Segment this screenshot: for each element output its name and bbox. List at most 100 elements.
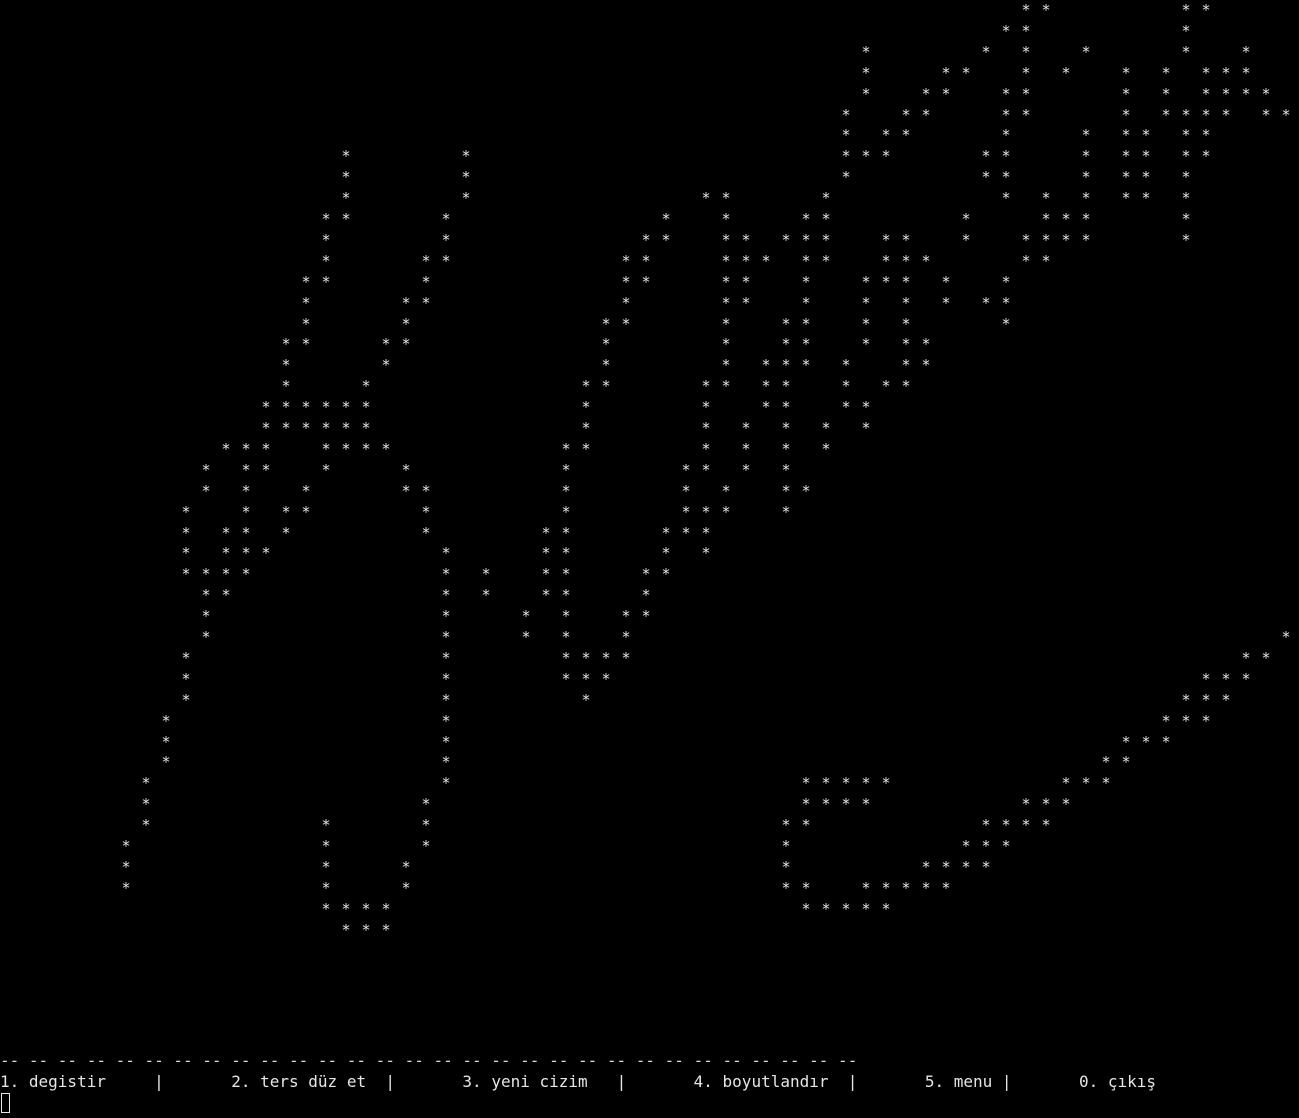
ascii-art-star: *	[321, 419, 331, 437]
ascii-art-star: *	[901, 230, 911, 249]
ascii-art-star: *	[241, 544, 251, 563]
menu-item-menu[interactable]: 5. menu	[925, 1072, 992, 1091]
ascii-art-star: *	[601, 335, 611, 354]
ascii-art-star: *	[881, 774, 891, 793]
ascii-art-star: *	[221, 523, 231, 542]
ascii-art-star: *	[681, 460, 691, 479]
ascii-art-star: *	[421, 837, 431, 855]
ascii-art-star: *	[841, 398, 851, 417]
ascii-art-star: *	[1181, 210, 1191, 228]
ascii-art-star: *	[1121, 126, 1131, 145]
ascii-art-star: *	[561, 481, 571, 500]
ascii-art-star: *	[801, 335, 811, 354]
menu-item-yeni-cizim[interactable]: 3. yeni cizim	[462, 1072, 587, 1091]
ascii-art-star: *	[721, 314, 731, 333]
ascii-art-star: *	[841, 899, 851, 918]
ascii-art-star: *	[1021, 251, 1031, 270]
ascii-art-star: *	[701, 460, 711, 479]
ascii-art-star: *	[561, 607, 571, 626]
ascii-art-star: *	[861, 147, 871, 166]
ascii-art-star: *	[1121, 147, 1131, 166]
ascii-art-star: *	[341, 189, 351, 208]
ascii-art-star: *	[1121, 84, 1131, 103]
ascii-art-star: *	[761, 356, 771, 375]
ascii-art-star: *	[321, 460, 331, 479]
ascii-art-star: *	[821, 230, 831, 249]
ascii-art-star: *	[1021, 1, 1031, 19]
ascii-art-star: *	[361, 398, 371, 417]
ascii-art-star: *	[981, 816, 991, 835]
ascii-art-star: *	[341, 920, 351, 939]
ascii-art-star: *	[1081, 42, 1091, 61]
ascii-art-star: *	[661, 544, 671, 563]
ascii-art-star: *	[581, 690, 591, 709]
ascii-art-star: *	[1121, 105, 1131, 124]
ascii-art-star: *	[921, 857, 931, 876]
ascii-art-star: *	[741, 419, 751, 437]
menu-divider: |	[847, 1072, 858, 1091]
ascii-art-star: *	[1161, 732, 1171, 751]
ascii-art-star: *	[861, 899, 871, 918]
ascii-art-star: *	[401, 314, 411, 333]
ascii-art-star: *	[781, 857, 791, 876]
ascii-art-star: *	[1041, 251, 1051, 270]
menu-item-boyutlandir[interactable]: 4. boyutlandır	[694, 1072, 829, 1091]
ascii-art-star: *	[1141, 126, 1151, 145]
ascii-art-star: *	[361, 377, 371, 396]
ascii-art-star: *	[241, 502, 251, 521]
ascii-art-star: *	[721, 481, 731, 500]
ascii-art-star: *	[921, 356, 931, 375]
ascii-art-star: *	[1181, 126, 1191, 145]
ascii-art-star: *	[821, 795, 831, 814]
ascii-art-star: *	[1221, 669, 1231, 688]
menu-item-cikis[interactable]: 0. çıkış	[1079, 1072, 1156, 1091]
ascii-art-star: *	[361, 899, 371, 918]
ascii-art-star: *	[421, 816, 431, 835]
ascii-art-star: *	[301, 272, 311, 291]
ascii-art-star: *	[801, 210, 811, 228]
ascii-art-star: *	[781, 816, 791, 835]
ascii-art-star: *	[801, 795, 811, 814]
ascii-art-star: *	[1181, 168, 1191, 187]
ascii-art-star: *	[461, 168, 471, 187]
ascii-art-star: *	[561, 669, 571, 688]
ascii-art-star: *	[561, 586, 571, 605]
ascii-art-star: *	[881, 147, 891, 166]
ascii-art-star: *	[1081, 774, 1091, 793]
ascii-art-star: *	[1001, 272, 1011, 291]
menu-item-degistir[interactable]: 1. degistir	[0, 1072, 106, 1091]
ascii-art-star: *	[621, 607, 631, 626]
ascii-art-star: *	[441, 251, 451, 270]
ascii-art-star: *	[401, 460, 411, 479]
ascii-art-star: *	[961, 857, 971, 876]
ascii-art-star: *	[881, 126, 891, 145]
ascii-art-star: *	[681, 481, 691, 500]
ascii-art-star: *	[1261, 105, 1271, 124]
ascii-art-star: *	[841, 168, 851, 187]
ascii-art-star: *	[701, 189, 711, 208]
ascii-art-star: *	[281, 523, 291, 542]
terminal-window: * * * * * * * * * * * * * * * * * * * * * * * * * * * * * * * * * * * * * * * *…	[0, 0, 1299, 1118]
ascii-art-star: *	[441, 690, 451, 709]
ascii-art-star: *	[301, 293, 311, 312]
ascii-art-star: *	[261, 460, 271, 479]
ascii-art-star: *	[881, 377, 891, 396]
ascii-art-star: *	[861, 795, 871, 814]
text-cursor[interactable]	[1, 1093, 10, 1113]
ascii-art-star: *	[181, 544, 191, 563]
ascii-art-star: *	[981, 147, 991, 166]
ascii-art-star: *	[761, 398, 771, 417]
ascii-art-star: *	[241, 523, 251, 542]
ascii-art-star: *	[881, 899, 891, 918]
ascii-art-star: *	[901, 272, 911, 291]
ascii-art-star: *	[1001, 816, 1011, 835]
ascii-art-star: *	[1021, 21, 1031, 40]
ascii-art-star: *	[561, 460, 571, 479]
ascii-art-star: *	[821, 899, 831, 918]
ascii-art-star: *	[781, 356, 791, 375]
menu-item-ters-duz-et[interactable]: 2. ters düz et	[231, 1072, 366, 1091]
ascii-art-star: *	[581, 439, 591, 458]
ascii-art-star: *	[1041, 189, 1051, 208]
ascii-art-star: *	[181, 523, 191, 542]
ascii-art-star: *	[121, 878, 131, 897]
